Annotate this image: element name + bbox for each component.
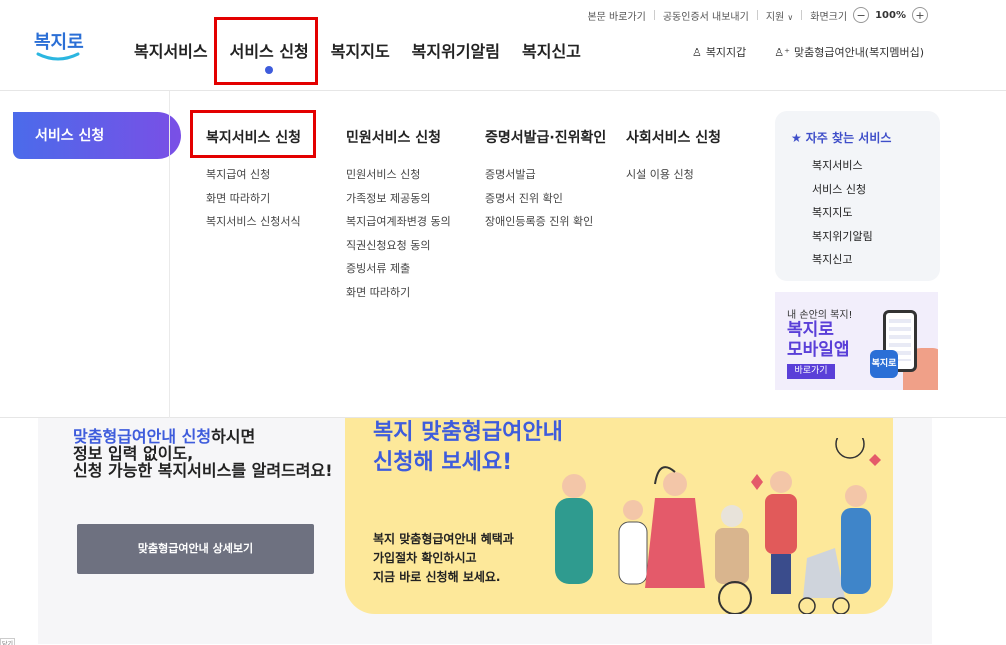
menu-column-social-service: 사회서비스 신청 시설 이용 신청	[626, 127, 721, 187]
app-logo-icon: 복지로	[870, 350, 898, 378]
logo-text: 복지로	[34, 32, 84, 53]
nav-welfare-service[interactable]: 복지서비스	[134, 38, 208, 62]
column-title[interactable]: 사회서비스 신청	[626, 127, 721, 147]
support-dropdown[interactable]: 지원 ∨	[766, 8, 793, 23]
banner-title: 복지로 모바일앱	[787, 320, 850, 360]
mega-side-label[interactable]: 서비스 신청	[13, 112, 181, 159]
main-nav: 복지서비스 서비스 신청 복지지도 복지위기알림 복지신고	[134, 38, 603, 62]
nav-welfare-crisis-alert[interactable]: 복지위기알림	[412, 38, 500, 62]
promo-text: 맞춤형급여안내 신청하시면 정보 입력 없이도, 신청 가능한 복지서비스를 알…	[73, 428, 333, 479]
corner-tag[interactable]: 닫기	[0, 638, 16, 645]
promo-desc-1: 복지 맞춤형급여안내 혜택과	[373, 532, 514, 546]
promo-desc-3: 지금 바로 신청해 보세요.	[373, 570, 501, 584]
favorite-item[interactable]: 복지신고	[791, 248, 940, 272]
detail-view-button[interactable]: 맞춤형급여안내 상세보기	[77, 524, 314, 574]
promo-banner-title-1: 복지 맞춤형급여안내	[373, 420, 563, 445]
banner-caption: 내 손안의 복지!	[787, 310, 853, 321]
menu-link-facility-apply[interactable]: 시설 이용 신청	[626, 163, 721, 187]
menu-link-civil-apply[interactable]: 민원서비스 신청	[346, 163, 451, 187]
menu-link-family-info-consent[interactable]: 가족정보 제공동의	[346, 187, 451, 211]
favorite-item[interactable]: 복지지도	[791, 201, 940, 225]
promo-banner-title: 복지 맞춤형급여안내 신청해 보세요!	[373, 418, 563, 478]
menu-link-cert-verify[interactable]: 증명서 진위 확인	[485, 187, 606, 211]
user-icon: ♙	[691, 46, 702, 59]
menu-link-submit-documents[interactable]: 증빙서류 제출	[346, 257, 451, 281]
favorites-title: ★ 자주 찾는 서비스	[791, 129, 940, 146]
site-logo[interactable]: 복지로	[34, 28, 84, 68]
menu-link-screen-guide[interactable]: 화면 따라하기	[206, 187, 301, 211]
user-plus-icon: ♙⁺	[774, 46, 790, 59]
nav-right: ♙ 복지지갑 ♙⁺ 맞춤형급여안내(복지멤버십)	[692, 44, 924, 60]
membership-link[interactable]: ♙⁺ 맞춤형급여안내(복지멤버십)	[774, 44, 924, 60]
nav-welfare-map[interactable]: 복지지도	[331, 38, 390, 62]
utility-bar: 본문 바로가기 공동인증서 내보내기 지원 ∨ 화면크기 − 100% +	[587, 6, 934, 24]
promo-banner-title-2: 신청해 보세요!	[373, 450, 513, 475]
nav-highlight-box	[214, 17, 318, 85]
zoom-in-button[interactable]: +	[912, 7, 928, 23]
divider	[653, 10, 655, 20]
mega-divider	[169, 91, 170, 418]
nav-welfare-report[interactable]: 복지신고	[522, 38, 581, 62]
mega-menu: 서비스 신청 복지서비스 신청 복지급여 신청 화면 따라하기 복지서비스 신청…	[0, 91, 1006, 418]
zoom-level: 100%	[875, 9, 906, 21]
menu-link-disability-card-verify[interactable]: 장애인등록증 진위 확인	[485, 210, 606, 234]
menu-link-cert-issue[interactable]: 증명서발급	[485, 163, 606, 187]
favorite-item[interactable]: 복지위기알림	[791, 225, 940, 249]
wallet-label: 복지지갑	[705, 46, 747, 59]
column-highlight-box	[190, 110, 316, 158]
menu-link-account-change-consent[interactable]: 복지급여계좌변경 동의	[346, 210, 451, 234]
promo-banner[interactable]: 복지 맞춤형급여안내 신청해 보세요! 복지 맞춤형급여안내 혜택과 가입절차 …	[345, 418, 893, 614]
promo-desc-2: 가입절차 확인하시고	[373, 551, 477, 565]
banner-title-1: 복지로	[787, 320, 834, 340]
wallet-link[interactable]: ♙ 복지지갑	[692, 44, 746, 60]
screen-size-label: 화면크기	[810, 11, 848, 23]
promo-text-rest: 하시면	[211, 427, 256, 446]
favorite-item[interactable]: 서비스 신청	[791, 178, 940, 202]
promo-banner-desc: 복지 맞춤형급여안내 혜택과 가입절차 확인하시고 지금 바로 신청해 보세요.	[373, 530, 514, 587]
mobile-app-banner[interactable]: 내 손안의 복지! 복지로 모바일앱 바로가기 복지로	[775, 292, 938, 390]
logo-smile-icon	[36, 52, 80, 61]
membership-label: 맞춤형급여안내(복지멤버십)	[793, 46, 924, 59]
skip-to-content-link[interactable]: 본문 바로가기	[587, 8, 645, 23]
promo-line-3: 신청 가능한 복지서비스를 알려드려요!	[73, 461, 333, 480]
menu-link-apply-forms[interactable]: 복지서비스 신청서식	[206, 210, 301, 234]
active-nav-indicator	[265, 66, 273, 74]
menu-column-certificates: 증명서발급·진위확인 증명서발급 증명서 진위 확인 장애인등록증 진위 확인	[485, 127, 606, 234]
favorites-title-text: 자주 찾는 서비스	[805, 131, 892, 145]
menu-column-civil-service: 민원서비스 신청 민원서비스 신청 가족정보 제공동의 복지급여계좌변경 동의 …	[346, 127, 451, 304]
star-icon: ★	[791, 131, 802, 145]
divider	[756, 10, 758, 20]
divider	[801, 10, 803, 20]
menu-link-benefit-apply[interactable]: 복지급여 신청	[206, 163, 301, 187]
cert-export-link[interactable]: 공동인증서 내보내기	[663, 8, 749, 23]
family-illustration	[555, 438, 881, 614]
favorite-item[interactable]: 복지서비스	[791, 154, 940, 178]
column-title[interactable]: 증명서발급·진위확인	[485, 127, 606, 147]
zoom-out-button[interactable]: −	[853, 7, 870, 23]
banner-go-button[interactable]: 바로가기	[787, 364, 835, 379]
support-label: 지원	[765, 11, 785, 23]
menu-link-screen-guide-2[interactable]: 화면 따라하기	[346, 281, 451, 305]
banner-title-2: 모바일앱	[787, 340, 850, 360]
chevron-down-icon: ∨	[787, 12, 794, 22]
column-title[interactable]: 민원서비스 신청	[346, 127, 451, 147]
favorites-panel: ★ 자주 찾는 서비스 복지서비스 서비스 신청 복지지도 복지위기알림 복지신고	[775, 111, 940, 281]
menu-link-ex-officio-consent[interactable]: 직권신청요청 동의	[346, 234, 451, 258]
page-root: 본문 바로가기 공동인증서 내보내기 지원 ∨ 화면크기 − 100% + 복지…	[0, 0, 1006, 645]
